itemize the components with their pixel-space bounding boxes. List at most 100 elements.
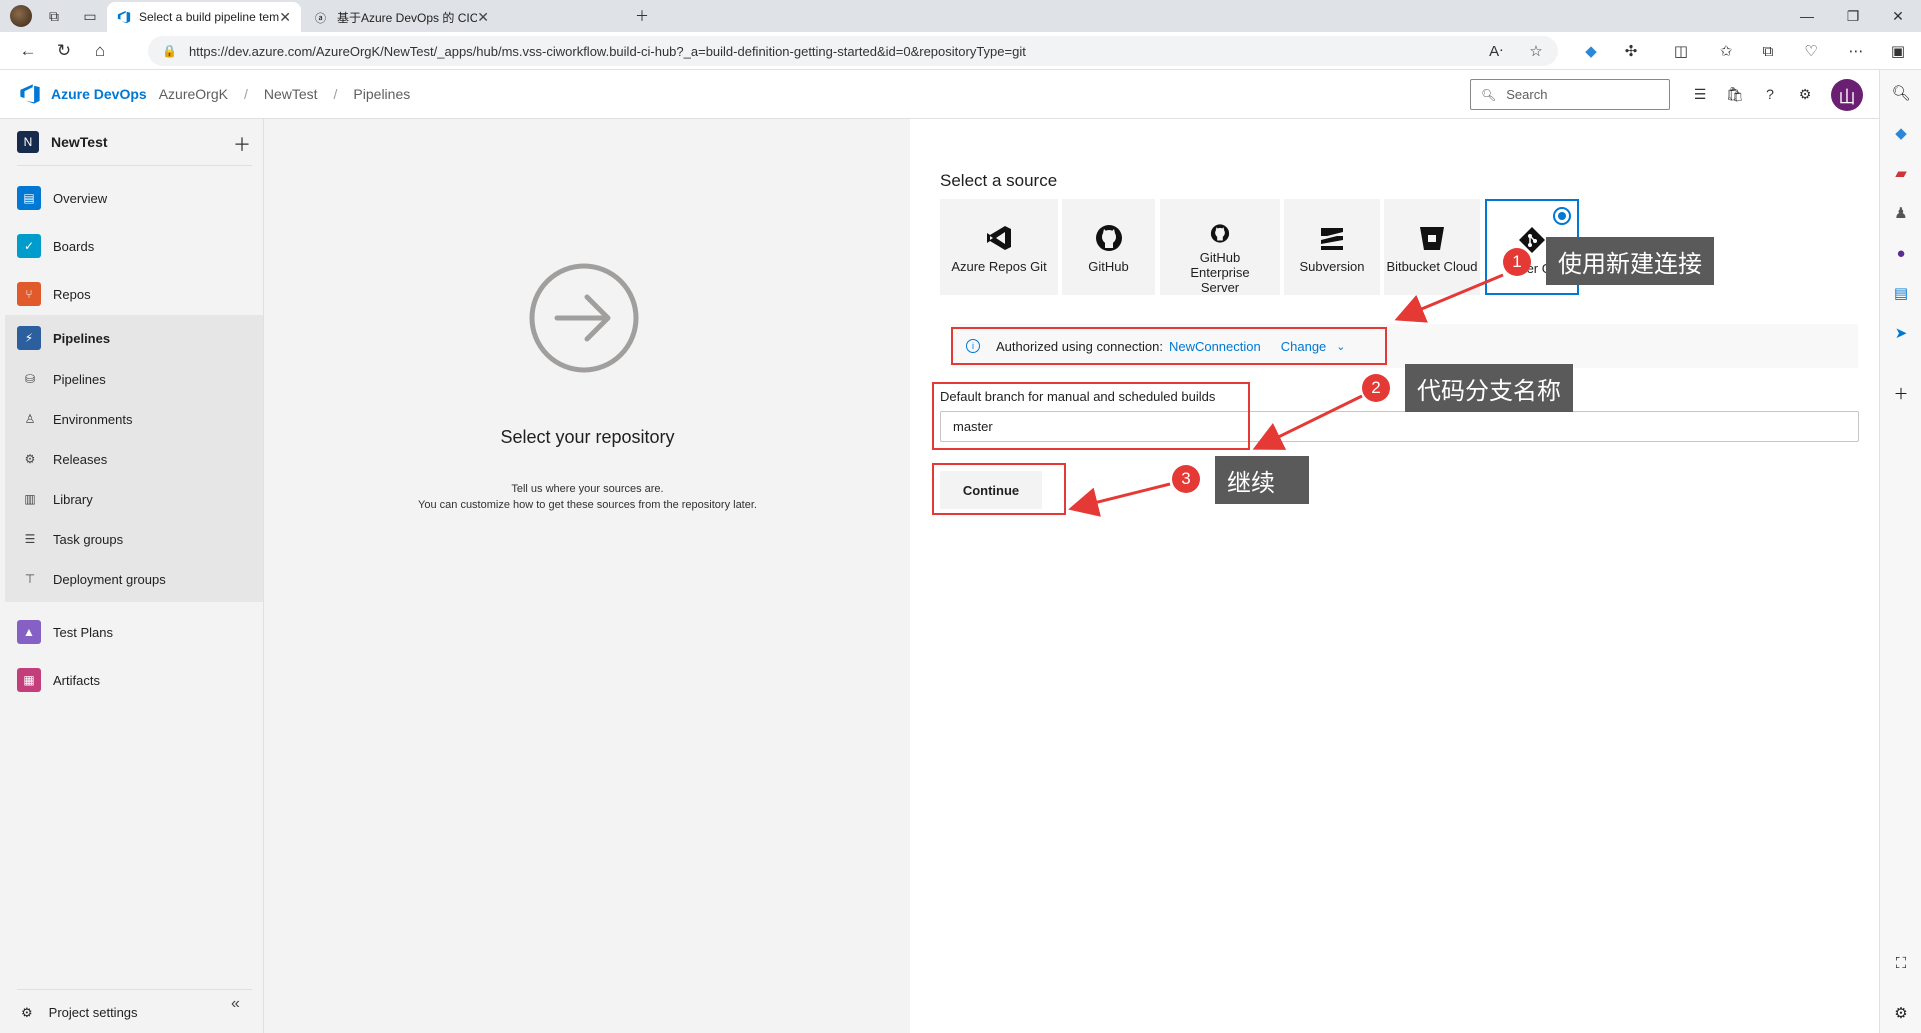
subnav-pipelines[interactable]: ⛁ Pipelines bbox=[5, 359, 263, 399]
collapse-nav-icon[interactable]: « bbox=[231, 995, 240, 1013]
connection-link[interactable]: NewConnection bbox=[1169, 339, 1261, 354]
close-tab-icon[interactable]: ✕ bbox=[477, 9, 489, 26]
project-switcher[interactable]: N NewTest bbox=[17, 131, 108, 153]
minimize-icon[interactable]: — bbox=[1784, 0, 1830, 32]
breadcrumb-page[interactable]: Pipelines bbox=[353, 86, 410, 102]
breadcrumb-org[interactable]: AzureOrgK bbox=[159, 86, 228, 102]
gear-icon: ⚙ bbox=[21, 1004, 33, 1020]
project-settings[interactable]: ⚙ Project settings bbox=[17, 989, 252, 1029]
sidebar-toggle-icon[interactable]: ▣ bbox=[1887, 40, 1909, 62]
subnav-label: Pipelines bbox=[53, 371, 106, 387]
tab-actions-icon[interactable]: ▭ bbox=[76, 2, 104, 30]
tile-label: GitHub bbox=[1088, 259, 1129, 274]
marketplace-icon[interactable]: 🛍︎ bbox=[1725, 84, 1745, 104]
continue-button[interactable]: Continue bbox=[940, 471, 1042, 509]
favorite-star-icon[interactable]: ☆ bbox=[1525, 40, 1547, 62]
breadcrumb-project[interactable]: NewTest bbox=[264, 86, 318, 102]
subnav-releases[interactable]: ⚙ Releases bbox=[5, 439, 263, 479]
nav-test-plans[interactable]: ▲ Test Plans bbox=[5, 609, 263, 655]
search-placeholder: Search bbox=[1506, 87, 1548, 102]
extension-shield-icon[interactable]: ◆ bbox=[1580, 40, 1602, 62]
project-name: NewTest bbox=[51, 134, 108, 150]
restore-icon[interactable]: ❐ bbox=[1830, 0, 1876, 32]
add-icon[interactable]: ＋ bbox=[233, 131, 251, 157]
nav-label: Pipelines bbox=[53, 330, 111, 346]
close-tab-icon[interactable]: ✕ bbox=[279, 9, 291, 26]
sidebar-settings-icon[interactable]: ⚙ bbox=[1890, 1002, 1912, 1024]
user-avatar[interactable]: 山 bbox=[1831, 79, 1863, 111]
close-window-icon[interactable]: ✕ bbox=[1875, 0, 1921, 32]
source-tile-bitbucket[interactable]: Bitbucket Cloud bbox=[1384, 199, 1480, 295]
branch-input[interactable]: master bbox=[940, 411, 1859, 442]
tile-label: Bitbucket Cloud bbox=[1386, 259, 1478, 274]
outlook-icon[interactable]: ▤ bbox=[1890, 282, 1912, 304]
source-tile-subversion[interactable]: Subversion bbox=[1284, 199, 1380, 295]
extensions-icon[interactable]: ✣ bbox=[1620, 40, 1642, 62]
nav-artifacts[interactable]: ▦ Artifacts bbox=[5, 657, 263, 703]
annotation-number: 3 bbox=[1172, 465, 1200, 493]
more-icon[interactable]: ⋯ bbox=[1845, 40, 1867, 62]
user-settings-icon[interactable]: ⚙ bbox=[1795, 84, 1815, 104]
ado-header: Azure DevOps AzureOrgK / NewTest / Pipel… bbox=[0, 70, 1879, 119]
azure-devops-logo-icon[interactable] bbox=[19, 83, 41, 105]
nav-boards[interactable]: ✓ Boards bbox=[5, 223, 263, 269]
nav-overview[interactable]: ▤ Overview bbox=[5, 175, 263, 221]
browser-profile-avatar[interactable] bbox=[10, 5, 32, 27]
add-sidebar-icon[interactable]: ＋ bbox=[1890, 382, 1912, 404]
repository-intro-pane: Select your repository Tell us where you… bbox=[265, 119, 910, 1033]
games-icon[interactable]: ♟ bbox=[1890, 202, 1912, 224]
source-tile-github-enterprise[interactable]: GitHub Enterprise Server bbox=[1160, 199, 1280, 295]
releases-icon: ⚙ bbox=[24, 452, 36, 466]
work-items-icon[interactable]: ☰ bbox=[1690, 84, 1710, 104]
authorization-row: i Authorized using connection: NewConnec… bbox=[952, 324, 1858, 368]
breadcrumb-separator: / bbox=[333, 86, 338, 102]
github-icon bbox=[1210, 224, 1230, 243]
split-screen-icon[interactable]: ◫ bbox=[1670, 40, 1692, 62]
breadcrumb-separator: / bbox=[243, 86, 248, 102]
source-tile-github[interactable]: GitHub bbox=[1062, 199, 1155, 295]
subnav-label: Library bbox=[53, 491, 93, 507]
collections-icon[interactable]: ⧉ bbox=[1757, 40, 1779, 62]
nav-repos[interactable]: ⑂ Repos bbox=[5, 271, 263, 317]
annotation-number: 2 bbox=[1362, 374, 1390, 402]
read-aloud-icon[interactable]: Aᐧ bbox=[1485, 40, 1507, 62]
select-source-title: Select a source bbox=[940, 171, 1058, 190]
tag-icon[interactable]: ◆ bbox=[1890, 122, 1912, 144]
overview-icon: ▤ bbox=[17, 186, 41, 210]
nav-pipelines[interactable]: ⚡ Pipelines bbox=[5, 315, 263, 361]
browser-tab-active[interactable]: Select a build pipeline template · ✕ bbox=[107, 2, 301, 32]
arrow-circle-icon bbox=[529, 263, 639, 373]
subnav-environments[interactable]: ♙ Environments bbox=[5, 399, 263, 439]
description-line: Tell us where your sources are. bbox=[511, 483, 664, 495]
subnav-deployment-groups[interactable]: ⊤ Deployment groups bbox=[5, 559, 263, 599]
brand-name[interactable]: Azure DevOps bbox=[51, 86, 147, 102]
browser-tab[interactable]: ⓐ 基于Azure DevOps 的 CICD 项目 ✕ bbox=[305, 2, 499, 32]
annotation-callout: 代码分支名称 bbox=[1405, 364, 1573, 412]
pipelines-icon: ⚡ bbox=[17, 326, 41, 350]
repository-title: Select your repository bbox=[500, 427, 675, 447]
bitbucket-icon bbox=[1420, 227, 1444, 250]
new-tab-icon[interactable]: ＋ bbox=[628, 2, 656, 30]
change-connection-button[interactable]: Change bbox=[1281, 339, 1327, 354]
nav-label: Artifacts bbox=[53, 672, 100, 688]
home-icon[interactable]: ⌂ bbox=[82, 36, 118, 66]
screenshot-icon[interactable]: ⛶ bbox=[1890, 952, 1912, 974]
chevron-down-icon[interactable]: ⌄ bbox=[1336, 340, 1345, 353]
subnav-label: Task groups bbox=[53, 531, 124, 547]
back-icon[interactable]: ← bbox=[10, 36, 46, 66]
search-sidebar-icon[interactable]: 🔍︎ bbox=[1890, 82, 1912, 104]
azure-repos-icon bbox=[987, 226, 1011, 250]
workspaces-icon[interactable]: ⧉ bbox=[40, 2, 68, 30]
performance-icon[interactable]: ♡ bbox=[1800, 40, 1822, 62]
help-icon[interactable]: ? bbox=[1760, 84, 1780, 104]
copilot-icon[interactable]: ● bbox=[1890, 242, 1912, 264]
source-tile-azure-repos[interactable]: Azure Repos Git bbox=[940, 199, 1058, 295]
subnav-task-groups[interactable]: ☰ Task groups bbox=[5, 519, 263, 559]
url-field[interactable]: 🔒 https://dev.azure.com/AzureOrgK/NewTes… bbox=[148, 36, 1558, 66]
refresh-icon[interactable]: ↻ bbox=[46, 36, 82, 66]
subnav-library[interactable]: ▥ Library bbox=[5, 479, 263, 519]
search-input[interactable]: 🔍︎ Search bbox=[1470, 79, 1670, 110]
send-icon[interactable]: ➤ bbox=[1890, 322, 1912, 344]
favorites-icon[interactable]: ✩ bbox=[1715, 40, 1737, 62]
toolbox-icon[interactable]: ▰ bbox=[1890, 162, 1912, 184]
